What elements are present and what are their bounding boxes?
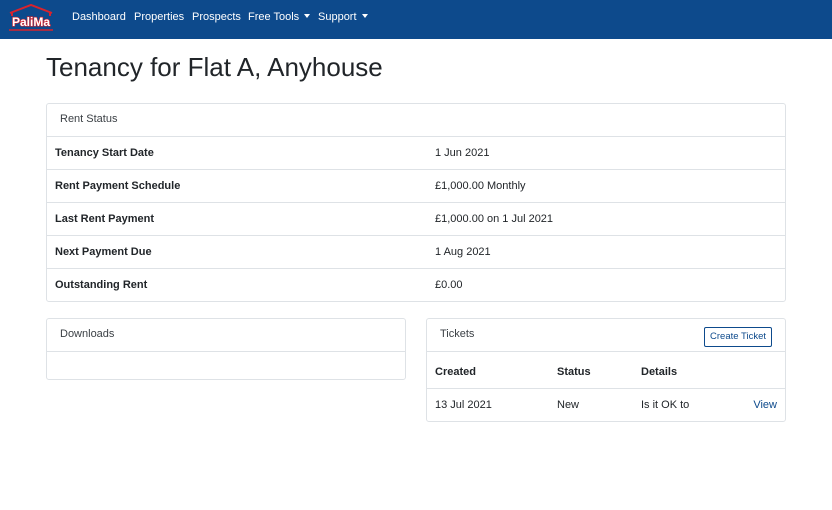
- row-value: £0.00: [435, 279, 463, 291]
- tickets-title: Tickets: [440, 328, 475, 340]
- nav-support-label: Support: [318, 11, 357, 23]
- tickets-card: Tickets Create Ticket Created Status Det…: [426, 318, 786, 422]
- row-value: 1 Jun 2021: [435, 147, 490, 159]
- tickets-header: Tickets Create Ticket: [427, 319, 785, 352]
- nav-properties[interactable]: Properties: [134, 11, 184, 23]
- downloads-header: Downloads: [47, 319, 405, 352]
- nav-free-tools-label: Free Tools: [248, 11, 300, 23]
- svg-text:PaliMa: PaliMa: [12, 15, 50, 29]
- row-value: 1 Aug 2021: [435, 246, 491, 258]
- column-header-details: Details: [641, 366, 678, 378]
- nav-support[interactable]: Support: [318, 11, 368, 23]
- row-value: £1,000.00 Monthly: [435, 180, 526, 192]
- create-ticket-button[interactable]: Create Ticket: [704, 327, 772, 347]
- rent-status-card: Rent Status Tenancy Start Date 1 Jun 202…: [46, 103, 786, 302]
- table-header-row: Created Status Details: [427, 356, 785, 389]
- table-row: Tenancy Start Date 1 Jun 2021: [47, 137, 785, 170]
- row-label: Outstanding Rent: [55, 279, 148, 291]
- rent-status-header: Rent Status: [47, 104, 785, 137]
- page-title: Tenancy for Flat A, Anyhouse: [46, 52, 383, 82]
- table-row: Next Payment Due 1 Aug 2021: [47, 236, 785, 269]
- house-logo-icon: PaliMa: [9, 3, 53, 31]
- top-navbar: PaliMa Dashboard Properties Prospects Fr…: [0, 0, 832, 39]
- nav-prospects[interactable]: Prospects: [192, 11, 241, 23]
- ticket-created: 13 Jul 2021: [435, 399, 492, 411]
- downloads-card: Downloads: [46, 318, 406, 380]
- column-header-created: Created: [435, 366, 476, 378]
- row-label: Rent Payment Schedule: [55, 180, 181, 192]
- view-ticket-link[interactable]: View: [753, 399, 777, 411]
- row-label: Next Payment Due: [55, 246, 152, 258]
- column-header-status: Status: [557, 366, 591, 378]
- row-label: Last Rent Payment: [55, 213, 155, 225]
- ticket-details: Is it OK to: [641, 399, 690, 411]
- table-row: Rent Payment Schedule £1,000.00 Monthly: [47, 170, 785, 203]
- table-row: Outstanding Rent £0.00: [47, 269, 785, 301]
- row-value: £1,000.00 on 1 Jul 2021: [435, 213, 554, 225]
- brand-logo[interactable]: PaliMa: [6, 3, 56, 33]
- row-label: Tenancy Start Date: [55, 147, 154, 159]
- ticket-status: New: [557, 399, 580, 411]
- table-row: 13 Jul 2021 New Is it OK to View: [427, 389, 785, 421]
- table-row: Last Rent Payment £1,000.00 on 1 Jul 202…: [47, 203, 785, 236]
- caret-down-icon: [361, 14, 368, 18]
- nav-dashboard[interactable]: Dashboard: [72, 11, 126, 23]
- caret-down-icon: [304, 14, 311, 18]
- nav-free-tools[interactable]: Free Tools: [248, 11, 311, 23]
